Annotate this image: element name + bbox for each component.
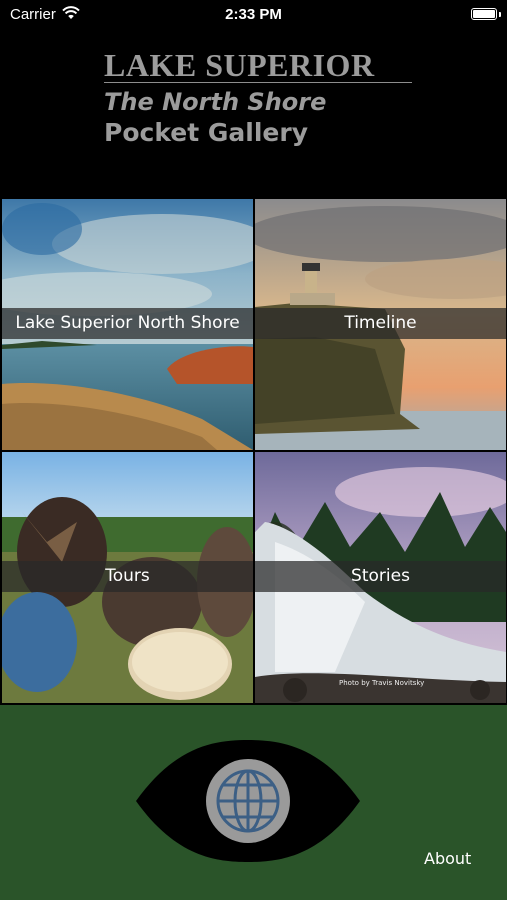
battery-cap — [499, 12, 501, 17]
tile-label-stories: Stories — [255, 561, 506, 592]
photo-credit: Photo by Travis Novitsky — [339, 679, 425, 687]
title-pocket-gallery: Pocket Gallery — [104, 118, 308, 147]
tile-label-tours: Tours — [2, 561, 253, 592]
about-link[interactable]: About — [424, 849, 471, 868]
title-north-shore: The North Shore — [104, 88, 327, 116]
tile-label-north-shore: Lake Superior North Shore — [2, 308, 253, 339]
footer-panel: About — [0, 705, 507, 900]
status-time: 2:33 PM — [225, 6, 282, 23]
eye-icon[interactable] — [136, 740, 360, 862]
tile-lake-superior-north-shore[interactable]: Lake Superior North Shore — [2, 199, 253, 450]
title-lake-superior: LAKE SUPERIOR — [104, 47, 375, 83]
battery-icon — [471, 8, 497, 20]
tile-label-timeline: Timeline — [255, 308, 506, 339]
globe-icon — [206, 759, 290, 843]
status-bar: Carrier 2:33 PM — [0, 0, 507, 30]
tile-timeline[interactable]: Timeline — [255, 199, 506, 450]
tile-stories[interactable]: Stories Photo by Travis Novitsky — [255, 452, 506, 703]
app-title: LAKE SUPERIOR The North Shore Pocket Gal… — [104, 48, 414, 149]
tile-tours[interactable]: Tours — [2, 452, 253, 703]
